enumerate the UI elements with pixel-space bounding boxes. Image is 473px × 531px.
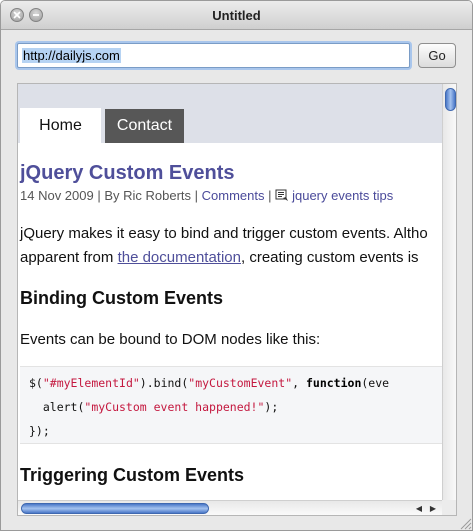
post-date-author: 14 Nov 2009 | By Ric Roberts | <box>20 188 202 203</box>
binding-heading: Binding Custom Events <box>20 288 224 308</box>
vertical-scroll-thumb[interactable] <box>445 88 456 111</box>
code-token: ).bind( <box>139 376 189 390</box>
code-token: ); <box>264 400 279 414</box>
go-button[interactable]: Go <box>418 43 456 68</box>
comments-link[interactable]: Comments <box>202 188 265 203</box>
code-string: "#myElementId" <box>42 376 140 390</box>
code-line-2: alert("myCustom event happened!"); <box>29 395 444 419</box>
intro-line-2-pre: apparent from <box>20 249 118 266</box>
horizontal-scrollbar[interactable]: ◀ ▶ <box>18 500 442 515</box>
code-line-1: $("#myElementId").bind("myCustomEvent", … <box>29 371 444 395</box>
url-text: http://dailyjs.com <box>22 48 121 63</box>
url-input[interactable]: http://dailyjs.com <box>17 43 410 68</box>
web-view[interactable]: Home Contact jQuery Custom Events 14 Nov… <box>17 83 457 516</box>
tag-icon <box>275 189 289 201</box>
title-bar[interactable]: Untitled <box>1 1 472 30</box>
intro-paragraph: jQuery makes it easy to bind and trigger… <box>20 222 428 270</box>
binding-paragraph: Events can be bound to DOM nodes like th… <box>20 331 321 348</box>
intro-line-1: jQuery makes it easy to bind and trigger… <box>20 225 428 242</box>
intro-line-2: apparent from the documentation, creatin… <box>20 246 428 270</box>
documentation-link[interactable]: the documentation <box>118 249 241 266</box>
code-token: $( <box>29 376 43 390</box>
code-line-3: }); <box>29 424 50 438</box>
code-block: $("#myElementId").bind("myCustomEvent", … <box>20 366 444 444</box>
horizontal-scroll-thumb[interactable] <box>21 503 209 514</box>
resize-grip-icon[interactable] <box>458 516 472 530</box>
code-string: "myCustom event happened!" <box>84 400 265 414</box>
post-title-link[interactable]: jQuery Custom Events <box>20 162 235 185</box>
window-title: Untitled <box>212 8 261 23</box>
scroll-right-arrow-icon[interactable]: ▶ <box>427 502 439 515</box>
intro-line-2-post: , creating custom events is <box>240 249 419 266</box>
scrollbar-corner <box>442 500 456 515</box>
site-nav: Home Contact <box>18 84 442 143</box>
meta-separator: | <box>264 188 276 203</box>
tags-link[interactable]: jquery events tips <box>292 188 393 203</box>
vertical-scrollbar[interactable] <box>442 84 456 500</box>
browser-window: Untitled http://dailyjs.com Go Home Cont… <box>0 0 473 531</box>
scroll-left-arrow-icon[interactable]: ◀ <box>413 502 425 515</box>
tab-home[interactable]: Home <box>20 108 101 143</box>
code-token: (eve <box>361 376 390 390</box>
tab-contact[interactable]: Contact <box>105 109 184 143</box>
code-token: , <box>292 376 306 390</box>
code-string: "myCustomEvent" <box>188 376 293 390</box>
post-meta: 14 Nov 2009 | By Ric Roberts | Comments … <box>20 188 393 203</box>
code-token: alert( <box>29 400 85 414</box>
triggering-heading: Triggering Custom Events <box>20 465 245 485</box>
code-keyword: function <box>305 376 362 390</box>
